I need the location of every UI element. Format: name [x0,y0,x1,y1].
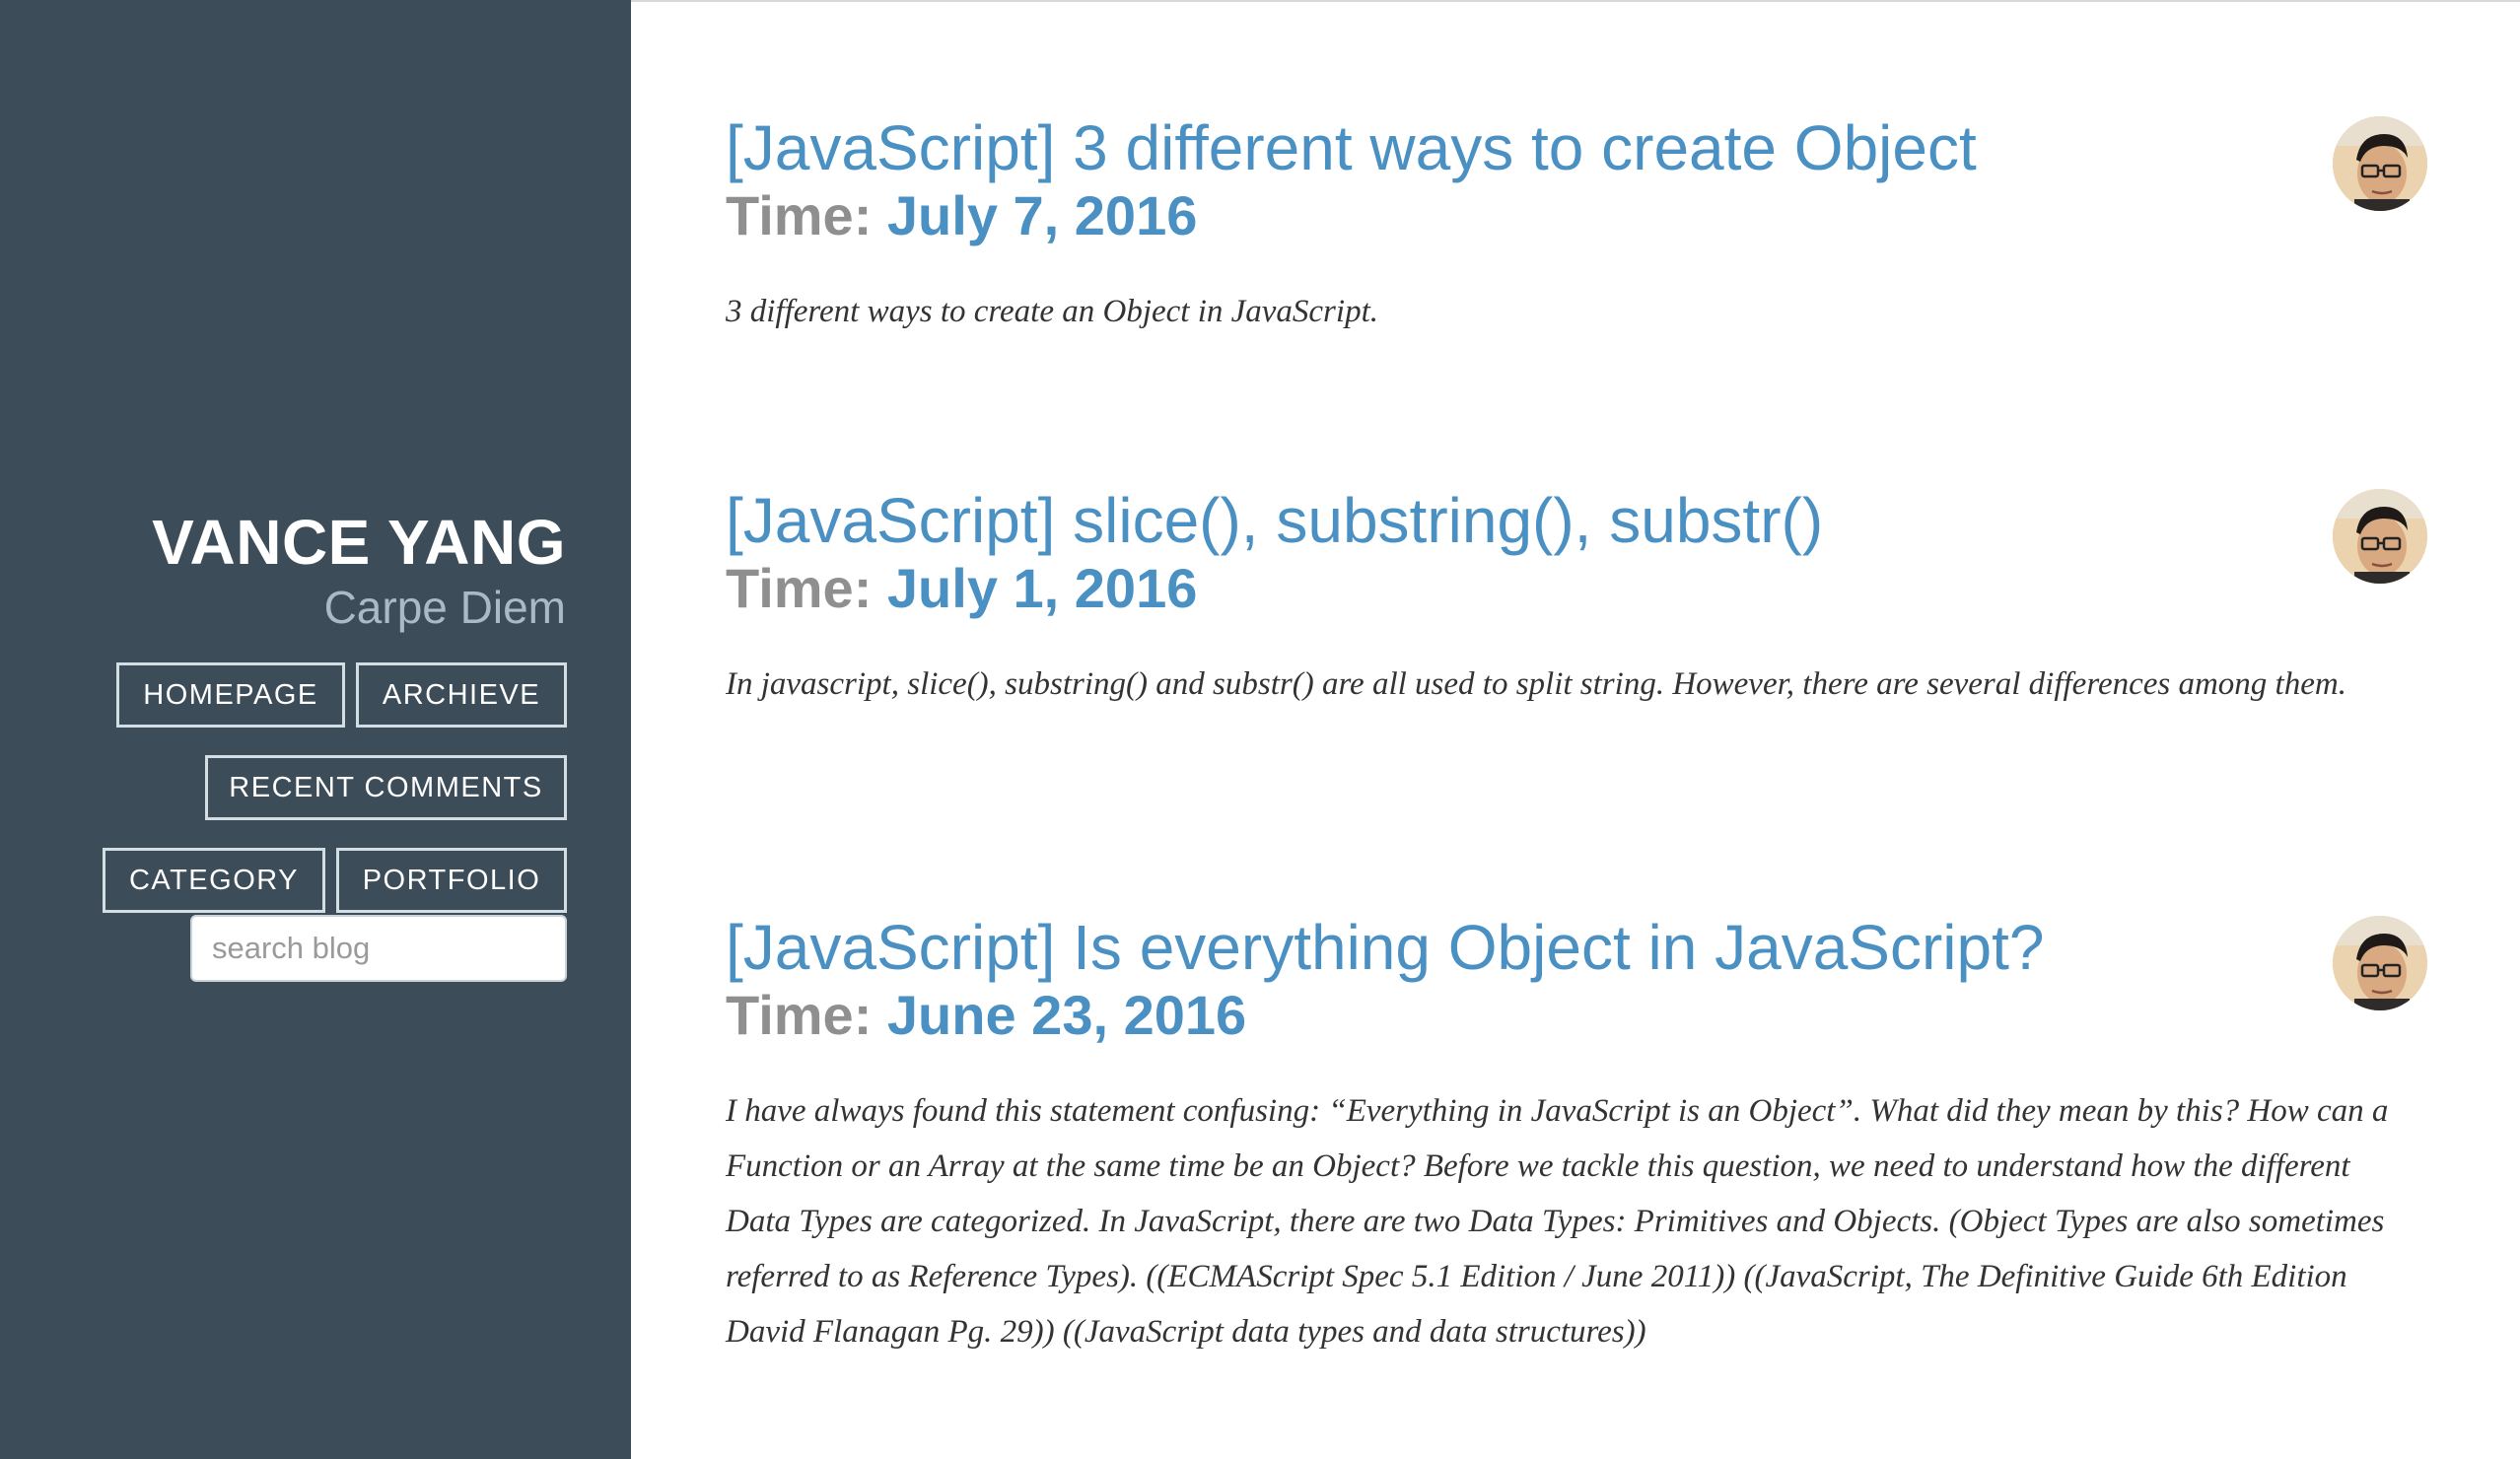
nav-homepage-button[interactable]: HOMEPAGE [116,662,345,728]
search-input[interactable] [190,915,567,982]
author-avatar-icon[interactable] [2333,916,2427,1010]
author-avatar-icon[interactable] [2333,489,2427,584]
post-time: Time: July 7, 2016 [726,183,2412,248]
post-time: Time: July 1, 2016 [726,556,2412,621]
post-title-link[interactable]: [JavaScript] slice(), substring(), subst… [726,485,2412,556]
post-item: [JavaScript] slice(), substring(), subst… [726,485,2412,712]
post-date-link[interactable]: July 1, 2016 [887,557,1197,619]
nav-recent-comments-button[interactable]: RECENT COMMENTS [205,755,567,820]
post-time-label: Time: [726,557,873,619]
site-title[interactable]: VANCE YANG [152,505,566,580]
avatar-image [2333,116,2427,211]
post-time: Time: June 23, 2016 [726,983,2412,1048]
post-title-link[interactable]: [JavaScript] Is everything Object in Jav… [726,912,2412,983]
post-excerpt: I have always found this statement confu… [726,1093,2389,1350]
post-item: [JavaScript] Is everything Object in Jav… [726,912,2412,1359]
post-excerpt: In javascript, slice(), substring() and … [726,666,2346,702]
nav-portfolio-button[interactable]: PORTFOLIO [336,848,567,913]
avatar-image [2333,916,2427,1010]
post-time-label: Time: [726,184,873,246]
post-date-link[interactable]: July 7, 2016 [887,184,1197,246]
avatar-image [2333,489,2427,584]
author-avatar-icon[interactable] [2333,116,2427,211]
top-divider [631,0,2520,2]
nav-archieve-button[interactable]: ARCHIEVE [356,662,567,728]
post-time-label: Time: [726,984,873,1046]
post-title-link[interactable]: [JavaScript] 3 different ways to create … [726,112,2412,183]
sidebar: VANCE YANG Carpe Diem HOMEPAGE ARCHIEVE … [0,0,631,1459]
post-excerpt: 3 different ways to create an Object in … [726,294,1378,329]
post-date-link[interactable]: June 23, 2016 [887,984,1246,1046]
nav-category-button[interactable]: CATEGORY [103,848,325,913]
blog-page: VANCE YANG Carpe Diem HOMEPAGE ARCHIEVE … [0,0,2520,1459]
site-subtitle: Carpe Diem [323,582,566,633]
post-item: [JavaScript] 3 different ways to create … [726,112,2412,339]
